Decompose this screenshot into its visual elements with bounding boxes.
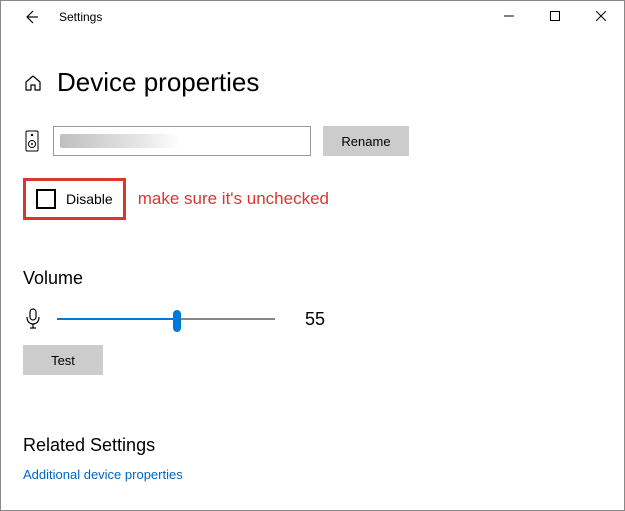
related-heading: Related Settings [23,435,602,456]
volume-section: Volume 55 Test [23,268,602,375]
volume-row: 55 [23,307,602,331]
maximize-icon [550,11,560,21]
close-icon [596,11,606,21]
volume-value: 55 [305,309,325,330]
minimize-button[interactable] [486,1,532,31]
page-title: Device properties [57,67,259,98]
device-name-row: Rename [23,126,602,156]
window-controls [486,1,624,31]
home-icon[interactable] [23,73,43,93]
speaker-icon [23,129,41,153]
annotation-text: make sure it's unchecked [138,189,329,209]
arrow-left-icon [23,9,39,25]
close-button[interactable] [578,1,624,31]
related-section: Related Settings Additional device prope… [23,435,602,484]
disable-container: Disable make sure it's unchecked [23,178,602,220]
content-area: Device properties Rename Disable make su… [1,33,624,484]
device-name-input[interactable] [53,126,311,156]
disable-label: Disable [66,191,113,207]
volume-slider[interactable] [57,309,275,329]
page-header: Device properties [23,67,602,98]
disable-checkbox-row[interactable]: Disable [23,178,126,220]
slider-track-fill [57,318,177,320]
microphone-icon [23,307,43,331]
additional-properties-link[interactable]: Additional device properties [23,467,183,482]
window-title: Settings [59,10,102,24]
titlebar: Settings [1,1,624,33]
maximize-button[interactable] [532,1,578,31]
test-button[interactable]: Test [23,345,103,375]
volume-heading: Volume [23,268,602,289]
device-name-blurred [60,134,180,148]
disable-checkbox[interactable] [36,189,56,209]
slider-thumb[interactable] [173,310,181,332]
rename-button[interactable]: Rename [323,126,409,156]
back-button[interactable] [17,3,45,31]
minimize-icon [504,11,514,21]
